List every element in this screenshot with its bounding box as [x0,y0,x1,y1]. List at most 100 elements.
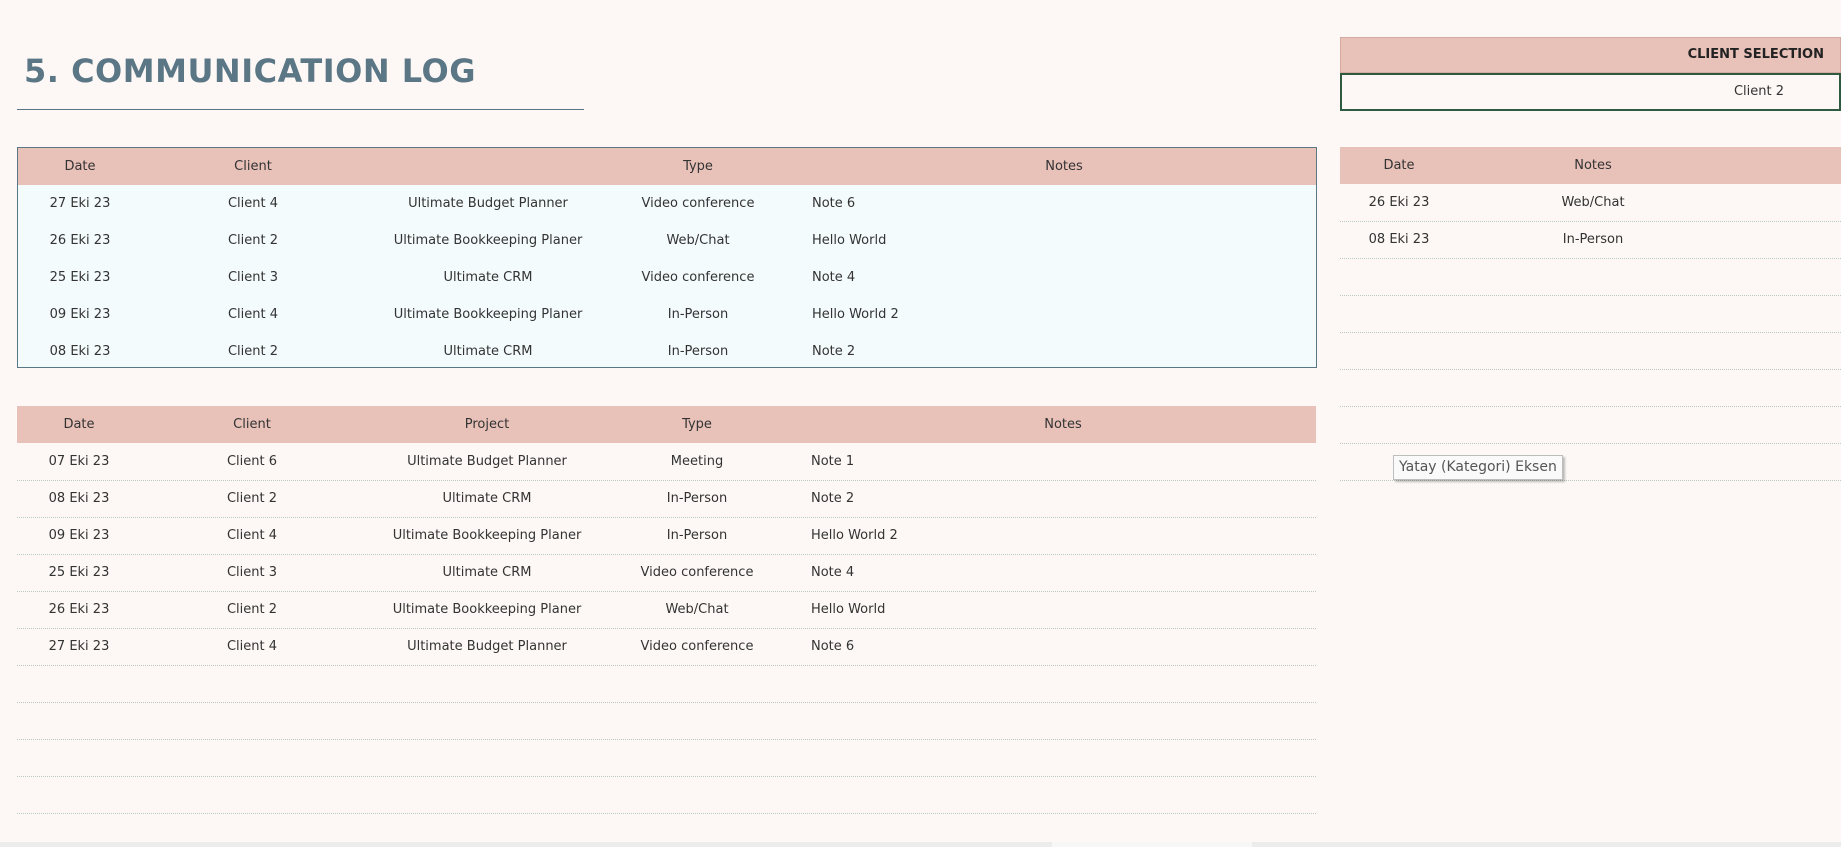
cell-project: Ultimate CRM [442,491,532,506]
cell-type: In-Person [667,307,729,322]
row-divider [17,739,1316,740]
cell-date: 25 Eki 23 [49,270,111,285]
cell-date: 25 Eki 23 [48,565,110,580]
cell-client: Client 2 [227,344,279,359]
column-header-notes[interactable]: Notes [1533,147,1653,184]
cell-notes: Note 6 [812,196,856,211]
cell-client: Client 2 [227,233,279,248]
column-header-project[interactable]: Project [417,406,557,443]
cell-client: Client 4 [227,307,279,322]
cell-type: Web/Chat [666,233,730,248]
row-divider [17,813,1316,814]
cell-notes: Note 4 [811,565,855,580]
column-header-client[interactable]: Client [203,148,303,185]
row-divider [1340,258,1841,259]
column-header-notes[interactable]: Notes [1013,406,1113,443]
cell-date: 08 Eki 23 [1368,232,1430,247]
column-header-type[interactable]: Type [648,148,748,185]
table-row[interactable]: 26 Eki 23 Web/Chat [1340,184,1841,221]
cell-type: Video conference [640,565,754,580]
row-divider [1340,369,1841,370]
table-row[interactable]: 26 Eki 23 Client 2 Ultimate Bookkeeping … [17,591,1316,628]
axis-tooltip: Yatay (Kategori) Eksen [1393,455,1563,480]
communication-log-table: Date Client Project Type Notes 07 Eki 23… [17,406,1316,816]
recent-communications-table: Date Client Type Notes 27 Eki 23 Client … [17,147,1317,368]
table-header: Date Client Project Type Notes [17,406,1316,443]
row-divider [1340,443,1841,444]
cell-client: Client 6 [226,454,278,469]
row-divider [17,702,1316,703]
column-header-date[interactable]: Date [29,406,129,443]
column-header-client[interactable]: Client [202,406,302,443]
row-divider [17,591,1316,592]
cell-date: 26 Eki 23 [48,602,110,617]
table-row[interactable]: 08 Eki 23 Client 2 Ultimate CRM In-Perso… [17,480,1316,517]
cell-notes: Hello World 2 [812,307,899,322]
cell-project: Ultimate Bookkeeping Planer [392,602,582,617]
cell-project: Ultimate CRM [443,270,533,285]
column-header-date[interactable]: Date [1340,147,1458,184]
cell-date: 09 Eki 23 [49,307,111,322]
cell-notes: Hello World [811,602,886,617]
cell-date: 08 Eki 23 [49,344,111,359]
cell-type: Video conference [641,270,755,285]
cell-client: Client 4 [227,196,279,211]
cell-type: Video conference [640,639,754,654]
cell-project: Ultimate Budget Planner [407,639,567,654]
cell-type: Meeting [670,454,724,469]
client-selection-value: Client 2 [1733,84,1784,99]
cell-client: Client 4 [226,639,278,654]
cell-notes: In-Person [1562,232,1624,247]
cell-notes: Hello World [812,233,887,248]
row-divider [1340,295,1841,296]
table-header: Date Notes [1340,147,1841,184]
table-row[interactable]: 08 Eki 23 In-Person [1340,221,1841,258]
cell-client: Client 3 [227,270,279,285]
cell-client: Client 2 [226,491,278,506]
row-divider [17,480,1316,481]
cell-date: 08 Eki 23 [48,491,110,506]
row-divider [17,665,1316,666]
cell-type: Web/Chat [665,602,729,617]
cell-client: Client 2 [226,602,278,617]
table-row[interactable]: 09 Eki 23 Client 4 Ultimate Bookkeeping … [17,517,1316,554]
client-selection-header: CLIENT SELECTION [1340,37,1841,73]
cell-type: In-Person [666,491,728,506]
cell-date: 27 Eki 23 [49,196,111,211]
cell-client: Client 3 [226,565,278,580]
row-divider [17,517,1316,518]
cell-project: Ultimate Budget Planner [407,454,567,469]
cell-notes: Note 2 [811,491,855,506]
cell-type: Video conference [641,196,755,211]
cell-project: Ultimate CRM [443,344,533,359]
cell-project: Ultimate CRM [442,565,532,580]
table-row[interactable]: 27 Eki 23 Client 4 Ultimate Budget Plann… [17,628,1316,665]
column-header-type[interactable]: Type [647,406,747,443]
cell-type: In-Person [666,528,728,543]
cell-date: 27 Eki 23 [48,639,110,654]
table-row[interactable]: 25 Eki 23 Client 3 Ultimate CRM Video co… [17,554,1316,591]
client-selection-dropdown[interactable]: Client 2 [1340,73,1841,111]
column-header-notes[interactable]: Notes [1014,148,1114,185]
cell-project: Ultimate Bookkeeping Planer [393,233,583,248]
scrollbar-thumb[interactable] [1052,842,1252,847]
cell-project: Ultimate Bookkeeping Planer [393,307,583,322]
cell-date: 09 Eki 23 [48,528,110,543]
row-divider [1340,480,1841,481]
row-divider [1340,221,1841,222]
client-selection-label: CLIENT SELECTION [1687,47,1824,62]
cell-notes: Note 6 [811,639,855,654]
row-divider [17,628,1316,629]
row-divider [17,554,1316,555]
column-header-date[interactable]: Date [30,148,130,185]
cell-date: 07 Eki 23 [48,454,110,469]
cell-notes: Note 2 [812,344,856,359]
cell-notes: Note 1 [811,454,855,469]
cell-project: Ultimate Budget Planner [408,196,568,211]
table-row[interactable]: 07 Eki 23 Client 6 Ultimate Budget Plann… [17,443,1316,480]
horizontal-scrollbar[interactable] [0,842,1841,847]
row-divider [17,776,1316,777]
cell-date: 26 Eki 23 [1368,195,1430,210]
cell-date: 26 Eki 23 [49,233,111,248]
cell-notes: Web/Chat [1561,195,1625,210]
